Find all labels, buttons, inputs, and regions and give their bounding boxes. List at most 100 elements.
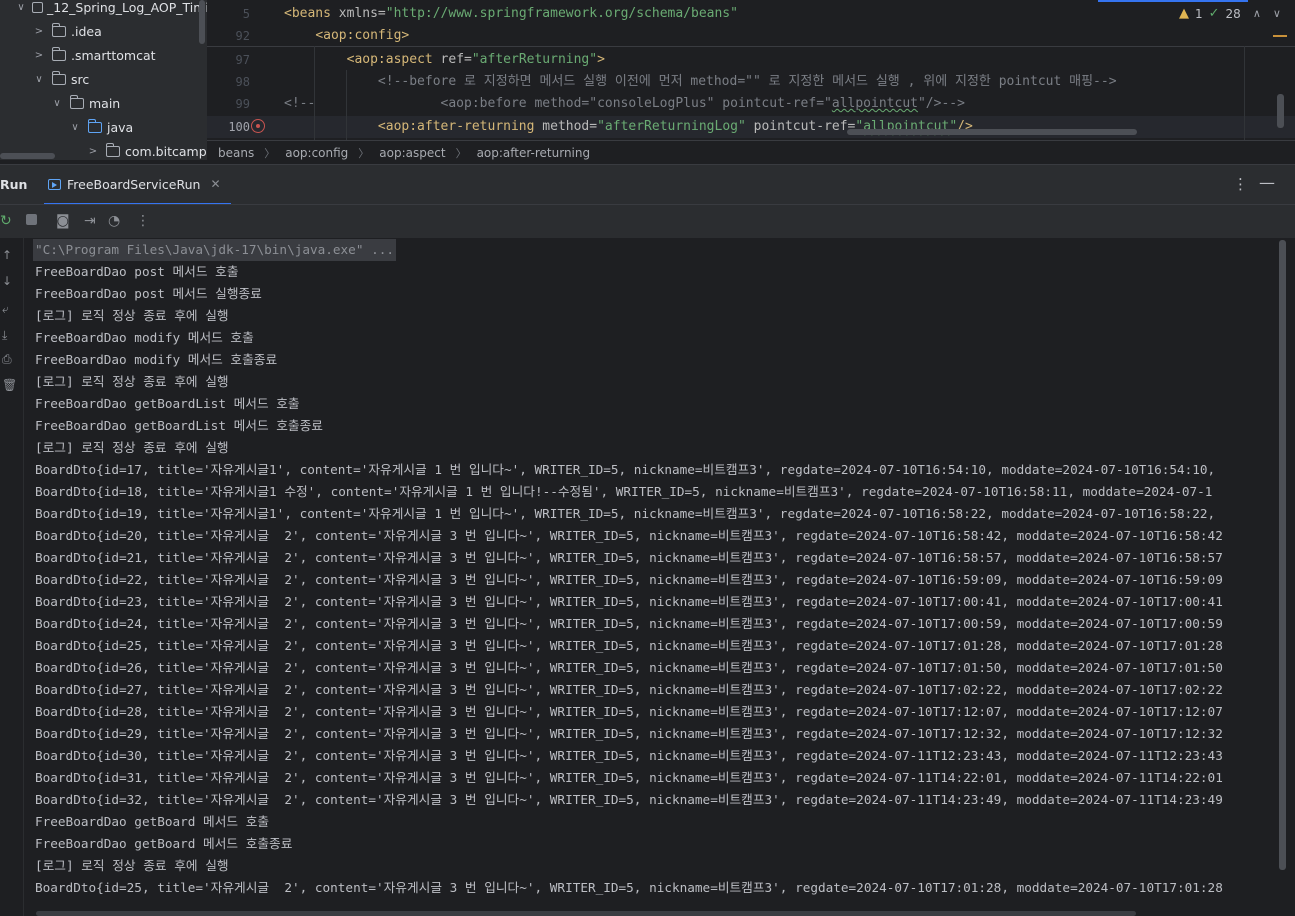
print-icon[interactable]: ⎙ xyxy=(2,352,12,367)
breadcrumb-item[interactable]: aop:config xyxy=(285,146,348,160)
line-number: 97 xyxy=(235,53,250,67)
chevron-right-icon[interactable]: > xyxy=(32,50,46,61)
folder-icon xyxy=(106,142,120,157)
console-line: BoardDto{id=30, title='자유게시글 2', content… xyxy=(35,748,1223,763)
breadcrumb-item[interactable]: beans xyxy=(218,146,254,160)
console-line: FreeBoardDao getBoard 메서드 호출종료 xyxy=(35,836,293,851)
tree-item-label: _12_Spring_Log_AOP_Timing [s xyxy=(47,0,207,15)
more-icon[interactable]: ⋮ xyxy=(136,213,150,229)
chevron-up-icon[interactable]: ∧ xyxy=(1253,7,1261,20)
console-line: FreeBoardDao getBoardList 메서드 호출 xyxy=(35,396,300,411)
line-number: 100 xyxy=(228,120,250,134)
tree-item-label: .smarttomcat xyxy=(71,47,156,63)
tree-horizontal-scrollbar[interactable] xyxy=(0,153,55,159)
console-line: FreeBoardDao getBoard 메서드 호출 xyxy=(35,814,270,829)
code-editor[interactable]: 5 92 97 98 99 100 <beans xmlns="http://www.sp… xyxy=(207,0,1295,140)
console-vertical-scrollbar[interactable] xyxy=(1279,240,1286,870)
console-line: BoardDto{id=27, title='자유게시글 2', content… xyxy=(35,682,1223,697)
console-line: BoardDto{id=26, title='자유게시글 2', content… xyxy=(35,660,1223,675)
rerun-icon[interactable]: ↻ xyxy=(0,213,12,229)
chevron-down-icon[interactable]: ∨ xyxy=(14,2,28,13)
exit-icon[interactable]: ⇥ xyxy=(84,213,96,229)
chevron-down-icon[interactable]: ∨ xyxy=(1273,7,1281,20)
code-line[interactable]: <!--before 로 지정하면 메서드 실행 이전에 먼저 method="… xyxy=(284,71,1117,93)
camera-icon[interactable]: ◙ xyxy=(56,213,70,229)
warning-count: 1 xyxy=(1195,6,1203,21)
arrow-down-icon[interactable]: ↓ xyxy=(2,274,12,288)
run-config-icon xyxy=(48,178,61,190)
tab-label: FreeBoardServiceRun xyxy=(67,176,201,192)
line-number-gutter: 5 92 97 98 99 100 xyxy=(207,0,282,140)
line-number: 99 xyxy=(235,97,250,111)
console-line: BoardDto{id=28, title='자유게시글 2', content… xyxy=(35,704,1223,719)
breadcrumb-item[interactable]: aop:aspect xyxy=(379,146,445,160)
inspection-widget[interactable]: ▲ 1 ✓ 28 ∧ ∨ xyxy=(1179,6,1281,21)
ok-count: 28 xyxy=(1225,6,1241,21)
trash-icon[interactable]: 🗑 xyxy=(2,378,17,392)
code-line[interactable]: <aop:config> xyxy=(284,25,409,47)
tree-item-label: java xyxy=(107,119,134,135)
editor-vertical-scrollbar[interactable] xyxy=(1277,94,1284,128)
tab-accent xyxy=(1098,0,1248,2)
chevron-down-icon[interactable]: ∨ xyxy=(68,122,82,133)
chevron-right-icon: 〉 xyxy=(358,146,370,160)
console-horizontal-scrollbar[interactable] xyxy=(36,911,1136,916)
console-line: BoardDto{id=31, title='자유게시글 2', content… xyxy=(35,770,1223,785)
editor-horizontal-scrollbar[interactable] xyxy=(847,129,1137,135)
line-number: 92 xyxy=(235,29,250,43)
stop-icon[interactable] xyxy=(26,214,37,225)
gauge-icon[interactable]: ◔ xyxy=(108,213,120,229)
code-line[interactable]: <beans xmlns="http://www.springframework… xyxy=(284,3,738,25)
console-line: [로그] 로직 정상 종료 후에 실행 xyxy=(35,440,229,455)
console-line: BoardDto{id=22, title='자유게시글 2', content… xyxy=(35,572,1223,587)
console-line: [로그] 로직 정상 종료 후에 실행 xyxy=(35,858,229,873)
tree-item-label: .idea xyxy=(71,23,102,39)
tree-item[interactable]: > .idea xyxy=(32,19,102,43)
console-line: FreeBoardDao modify 메서드 호출 xyxy=(35,330,254,345)
breakpoint-icon[interactable] xyxy=(251,119,265,133)
minimize-icon[interactable]: — xyxy=(1259,173,1275,192)
right-margin-guide xyxy=(1244,46,1245,140)
close-icon[interactable]: ✕ xyxy=(210,177,220,191)
folder-icon xyxy=(88,118,102,133)
console-line: BoardDto{id=23, title='자유게시글 2', content… xyxy=(35,594,1223,609)
console-line: FreeBoardDao post 메서드 실행종료 xyxy=(35,286,262,301)
tree-vertical-scrollbar[interactable] xyxy=(199,0,205,44)
code-line[interactable]: <!-- <aop:before method="consoleLogPlus"… xyxy=(284,93,965,115)
chevron-right-icon[interactable]: > xyxy=(86,146,100,157)
folder-icon xyxy=(52,22,66,37)
chevron-down-icon[interactable]: ∨ xyxy=(32,74,46,85)
scroll-to-end-icon[interactable]: ⤓ xyxy=(2,328,7,343)
console-output[interactable]: "C:\Program Files\Java\jdk-17\bin\java.e… xyxy=(24,238,1280,910)
code-line[interactable]: <aop:aspect ref="afterReturning"> xyxy=(284,49,605,71)
chevron-right-icon[interactable]: > xyxy=(32,26,46,37)
tree-item[interactable]: > com.bitcampbo xyxy=(86,139,207,160)
soft-wrap-icon[interactable]: ⤶ xyxy=(2,302,9,317)
breadcrumb-item[interactable]: aop:after-returning xyxy=(477,146,591,160)
console-line: BoardDto{id=18, title='자유게시글1 수정', conte… xyxy=(35,484,1213,499)
chevron-down-icon[interactable]: ∨ xyxy=(50,98,64,109)
tree-item[interactable]: > .smarttomcat xyxy=(32,43,156,67)
tree-item[interactable]: ∨ main xyxy=(50,91,120,115)
tab-freeboard-service-run[interactable]: FreeBoardServiceRun ✕ xyxy=(44,165,231,205)
console-line: BoardDto{id=29, title='자유게시글 2', content… xyxy=(35,726,1223,741)
arrow-up-icon[interactable]: ↑ xyxy=(2,248,12,262)
tree-item-label: com.bitcampbo xyxy=(125,143,207,159)
tree-item[interactable]: ∨ src xyxy=(32,67,89,91)
console-line: [로그] 로직 정상 종료 후에 실행 xyxy=(35,374,229,389)
chevron-right-icon: 〉 xyxy=(264,146,276,160)
console-line: BoardDto{id=24, title='자유게시글 2', content… xyxy=(35,616,1223,631)
console-line: BoardDto{id=32, title='자유게시글 2', content… xyxy=(35,792,1223,807)
run-tool-window-header: Run FreeBoardServiceRun ✕ ⋮ — xyxy=(0,164,1295,205)
folder-icon xyxy=(70,94,84,109)
more-options-icon[interactable]: ⋮ xyxy=(1233,175,1248,193)
change-marker xyxy=(1273,35,1287,37)
run-panel-title: Run xyxy=(0,177,28,192)
line-number: 5 xyxy=(242,7,250,21)
check-icon: ✓ xyxy=(1208,6,1220,21)
tree-item-label: src xyxy=(71,71,90,87)
run-toolbar: ↻ ◙ ⇥ ◔ ⋮ xyxy=(0,204,1295,238)
tree-item[interactable]: ∨ _12_Spring_Log_AOP_Timing [s xyxy=(14,0,207,19)
console-line: FreeBoardDao modify 메서드 호출종료 xyxy=(35,352,278,367)
tree-item[interactable]: ∨ java xyxy=(68,115,133,139)
